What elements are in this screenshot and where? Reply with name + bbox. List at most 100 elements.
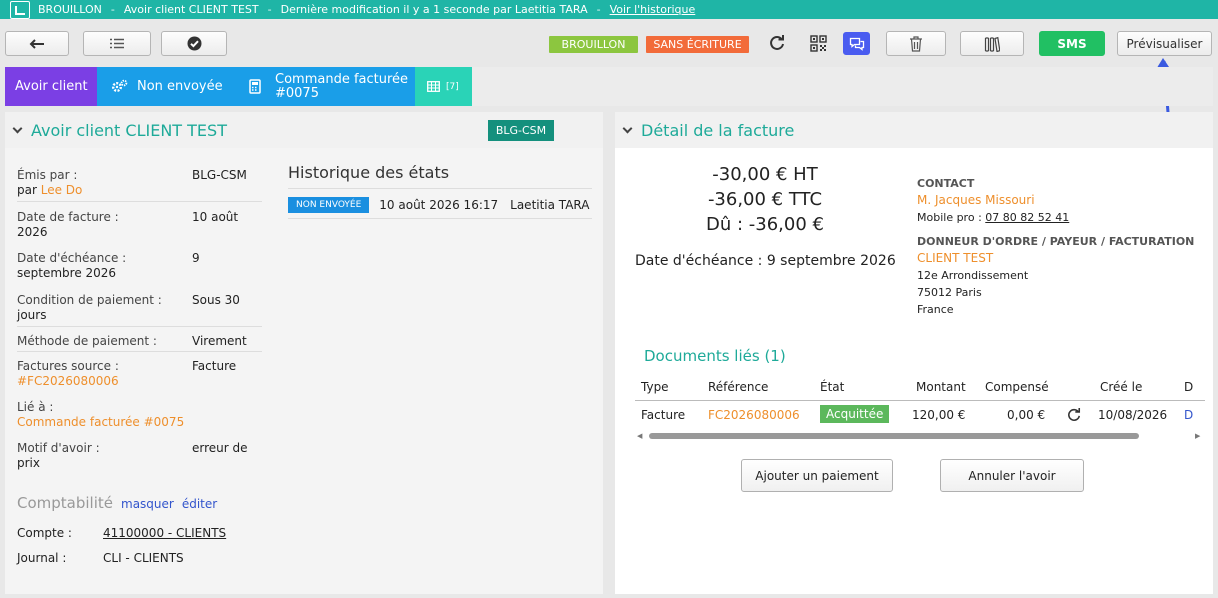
qr-code-button[interactable] — [806, 32, 830, 54]
refresh-icon[interactable] — [1067, 408, 1081, 422]
invoice-totals: -30,00 € HT -36,00 € TTC Dû : -36,00 € — [615, 162, 915, 237]
account-label: Compte : — [17, 526, 72, 540]
list-button[interactable] — [83, 31, 151, 56]
history-link[interactable]: Voir l'historique — [610, 3, 696, 16]
field-payment-method: Méthode de paiement : Virement — [17, 334, 262, 349]
field-value: erreur de — [192, 441, 248, 455]
field-value: Sous 30 — [192, 293, 240, 307]
chevron-down-icon — [622, 123, 633, 133]
contact-block: CONTACT M. Jacques Missouri Mobile pro :… — [917, 175, 1194, 318]
books-icon — [984, 36, 1000, 52]
field-issued-by: Émis par : BLG-CSM par Lee Do — [17, 168, 262, 198]
field-label: Date d'échéance : — [17, 251, 127, 265]
separator: - — [110, 3, 115, 16]
tab-grid-count[interactable]: [7] — [415, 67, 472, 106]
tab-credit-type[interactable]: Avoir client — [5, 67, 97, 106]
scroll-left-icon[interactable]: ◀ — [637, 432, 642, 440]
tab-send-state[interactable]: Non envoyée — [97, 67, 233, 106]
mobile-label: Mobile pro : — [917, 211, 982, 224]
preview-button[interactable]: Prévisualiser — [1117, 31, 1212, 56]
column-header: Montant — [916, 380, 966, 394]
invoice-detail-panel-header[interactable]: Détail de la facture — [615, 112, 1213, 148]
contact-name-link[interactable]: M. Jacques Missouri — [917, 192, 1194, 209]
client-name-link[interactable]: CLIENT TEST — [917, 250, 1194, 267]
divider — [17, 351, 262, 352]
issued-by-person-link[interactable]: Lee Do — [41, 183, 83, 197]
field-label: Méthode de paiement : — [17, 334, 157, 348]
column-header: Référence — [708, 380, 769, 394]
journal-label: Journal : — [17, 551, 67, 565]
refresh-icon — [770, 35, 784, 50]
field-value: 10 août — [192, 210, 239, 224]
doc-type: Facture — [641, 408, 686, 422]
scrollbar-thumb[interactable] — [649, 433, 1139, 439]
doc-compensated: 0,00 € — [1007, 408, 1046, 422]
arrow-left-icon — [29, 38, 44, 49]
accounting-hide-link[interactable]: masquer — [121, 497, 174, 511]
divider — [635, 400, 1205, 401]
library-button[interactable] — [960, 31, 1024, 56]
field-due-date: Date d'échéance : 9 septembre 2026 — [17, 251, 262, 281]
field-invoice-date: Date de facture : 10 août 2026 — [17, 210, 262, 240]
linked-doc-row: Facture FC2026080006 Acquittée 120,00 € … — [635, 403, 1205, 430]
chevron-down-icon — [12, 123, 23, 133]
state-history-title: Historique des états — [288, 163, 450, 182]
grid-icon — [427, 81, 440, 92]
gears-icon — [112, 79, 128, 92]
field-label: Condition de paiement : — [17, 293, 162, 307]
invoice-detail-panel: Détail de la facture -30,00 € HT -36,00 … — [615, 112, 1213, 594]
mobile-number-link[interactable]: 07 80 82 52 41 — [985, 211, 1069, 224]
credit-note-panel-header[interactable]: Avoir client CLIENT TEST BLG-CSM — [5, 112, 603, 148]
field-source-invoices: Factures source : Facture #FC2026080006 — [17, 359, 262, 389]
field-label: Date de facture : — [17, 210, 119, 224]
column-header: Compensé — [985, 380, 1049, 394]
qr-code-icon — [809, 34, 827, 52]
divider — [288, 188, 592, 189]
field-label: Émis par : — [17, 168, 78, 182]
credit-note-panel: Avoir client CLIENT TEST BLG-CSM Émis pa… — [5, 112, 603, 594]
delete-button[interactable] — [886, 31, 946, 56]
agency-badge: BLG-CSM — [488, 120, 554, 141]
doc-extra-link[interactable]: D — [1184, 408, 1193, 422]
divider — [17, 201, 262, 202]
validate-button[interactable] — [161, 31, 227, 56]
chat-icon — [849, 37, 864, 51]
chat-button[interactable] — [843, 32, 870, 55]
app-logo-icon — [10, 0, 30, 19]
doc-reference-link[interactable]: FC2026080006 — [708, 408, 800, 422]
status-bar: BROUILLON - Avoir client CLIENT TEST - D… — [0, 0, 1218, 19]
contact-heading: CONTACT — [917, 177, 975, 190]
issued-by-agency[interactable]: BLG-CSM — [192, 168, 247, 183]
trash-icon — [910, 35, 922, 52]
state-user: Laetitia TARA — [510, 198, 590, 212]
state-date: 10 août 2026 16:17 — [379, 198, 499, 212]
field-value-cont: 2026 — [17, 225, 48, 239]
tab-linked-order[interactable]: Commande facturée #0075 — [233, 67, 415, 106]
client-heading: DONNEUR D'ORDRE / PAYEUR / FACTURATION — [917, 235, 1195, 248]
accounting-header: Comptabilité masquer éditer — [17, 494, 217, 512]
last-modified-text: Dernière modification il y a 1 seconde p… — [280, 3, 588, 16]
linked-documents-title: Documents liés (1) — [644, 347, 786, 365]
horizontal-scrollbar[interactable]: ◀ ▶ — [635, 431, 1205, 441]
account-value-link[interactable]: 41100000 - CLIENTS — [103, 526, 226, 540]
scroll-right-icon[interactable]: ▶ — [1195, 432, 1200, 440]
back-button[interactable] — [5, 31, 69, 56]
invoice-due-date: Date d'échéance : 9 septembre 2026 — [635, 253, 896, 269]
tab-send-state-label: Non envoyée — [137, 78, 223, 94]
total-ttc: -36,00 € TTC — [707, 189, 823, 210]
field-label: Factures source : — [17, 359, 119, 373]
source-invoice-link[interactable]: Facture — [192, 359, 236, 374]
field-linked-to: Lié à : Commande facturée #0075 — [17, 400, 262, 430]
add-payment-button[interactable]: Ajouter un paiement — [741, 459, 893, 492]
source-invoice-number-link[interactable]: #FC2026080006 — [17, 374, 262, 389]
refresh-button[interactable] — [765, 32, 789, 54]
field-label: Lié à : — [17, 400, 54, 414]
sms-button[interactable]: SMS — [1039, 31, 1105, 56]
linked-order-link[interactable]: Commande facturée #0075 — [17, 415, 262, 430]
divider — [17, 326, 262, 327]
state-badge: NON ENVOYÉE — [288, 197, 370, 213]
field-value: 9 — [192, 251, 200, 265]
cancel-credit-button[interactable]: Annuler l'avoir — [940, 459, 1084, 492]
total-ht: -30,00 € HT — [712, 164, 818, 185]
accounting-edit-link[interactable]: éditer — [182, 497, 217, 511]
